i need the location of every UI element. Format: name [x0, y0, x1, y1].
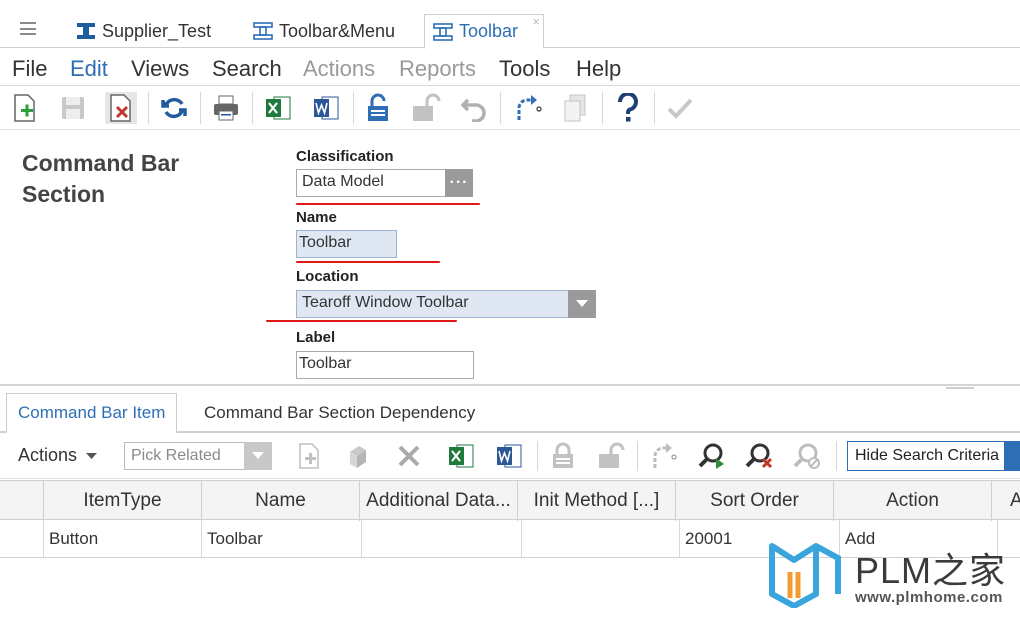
- clear-search-icon[interactable]: [744, 441, 774, 471]
- tab-toolbar-menu[interactable]: Toolbar&Menu: [245, 14, 403, 48]
- row-selector-header: [0, 481, 44, 521]
- classification-field[interactable]: Data Model: [296, 169, 446, 197]
- close-icon[interactable]: ×: [532, 14, 540, 29]
- menu-views[interactable]: Views: [131, 56, 189, 82]
- pane-splitter[interactable]: [0, 384, 1020, 386]
- chevron-down-icon: [576, 300, 588, 307]
- row-selector[interactable]: [0, 520, 44, 558]
- main-toolbar: [0, 86, 1020, 130]
- column-header[interactable]: Action: [834, 481, 992, 521]
- watermark-title: PLM之家: [855, 550, 1007, 591]
- tab-command-bar-section-dependency[interactable]: Command Bar Section Dependency: [193, 393, 486, 433]
- actions-label: Actions: [18, 445, 78, 465]
- help-icon[interactable]: [612, 92, 644, 124]
- column-header[interactable]: Name: [202, 481, 360, 521]
- new-relationship-icon[interactable]: [295, 441, 325, 471]
- search-icon[interactable]: [696, 441, 726, 471]
- actions-dropdown[interactable]: Actions: [18, 445, 98, 466]
- chevron-down-icon: [86, 452, 98, 459]
- menu-help[interactable]: Help: [576, 56, 621, 82]
- plmhome-logo-icon: [769, 543, 841, 609]
- red-annotation-line: [266, 320, 457, 322]
- excel-icon[interactable]: [262, 92, 294, 124]
- splitter-grip[interactable]: [946, 387, 974, 389]
- menu-tools[interactable]: Tools: [499, 56, 550, 82]
- tab-supplier-test[interactable]: Supplier_Test: [68, 14, 219, 48]
- menu-edit[interactable]: Edit: [70, 56, 108, 82]
- classification-label: Classification: [296, 148, 394, 165]
- lock-icon[interactable]: [362, 92, 394, 124]
- lock-icon[interactable]: [548, 441, 578, 471]
- unlock-icon[interactable]: [596, 441, 626, 471]
- cell-init-method[interactable]: [522, 520, 680, 558]
- pick-item-icon[interactable]: [346, 441, 376, 471]
- cell-itemtype[interactable]: Button: [44, 520, 202, 558]
- main-menu-icon[interactable]: [20, 22, 36, 35]
- tab-label: Supplier_Test: [102, 20, 212, 41]
- tab-label: Toolbar&Menu: [279, 20, 396, 41]
- grid-header: ItemType Name Additional Data... Init Me…: [0, 480, 1020, 521]
- grid-toolbar: Actions Pick Related Hide Search Criteri…: [0, 435, 1020, 479]
- pick-related-dropdown-button[interactable]: [244, 442, 272, 470]
- red-annotation-line: [296, 261, 440, 263]
- red-annotation-line: [296, 203, 480, 205]
- menu-file[interactable]: File: [12, 56, 47, 82]
- hide-search-dropdown-button[interactable]: [1004, 441, 1020, 471]
- column-header[interactable]: Additional Data...: [360, 481, 518, 521]
- column-header[interactable]: ItemType: [44, 481, 202, 521]
- menu-actions[interactable]: Actions: [303, 56, 375, 82]
- form-title: Command Bar Section: [22, 150, 180, 207]
- relationship-tabs: Command Bar Item Command Bar Section Dep…: [0, 393, 1020, 434]
- name-label: Name: [296, 209, 337, 226]
- version-icon[interactable]: [559, 92, 591, 124]
- watermark-logo: [768, 538, 846, 609]
- itemtype-icon: [76, 21, 96, 41]
- search-disabled-icon[interactable]: [792, 441, 822, 471]
- menu-search[interactable]: Search: [212, 56, 282, 82]
- label-field[interactable]: Toolbar: [296, 351, 474, 379]
- menu-reports[interactable]: Reports: [399, 56, 476, 82]
- promote-icon[interactable]: [648, 441, 678, 471]
- document-tab-bar: Supplier_Test Toolbar&Menu Toolbar ×: [0, 0, 1020, 49]
- classification-picker-button[interactable]: ···: [445, 169, 473, 197]
- tab-toolbar[interactable]: Toolbar ×: [424, 14, 544, 49]
- column-header[interactable]: Init Method [...]: [518, 481, 676, 521]
- unlock-icon[interactable]: [410, 92, 442, 124]
- undo-icon[interactable]: [458, 92, 490, 124]
- menu-bar: File Edit Views Search Actions Reports T…: [0, 48, 1020, 86]
- watermark-url: www.plmhome.com: [855, 589, 1003, 606]
- chevron-down-icon: [252, 452, 264, 459]
- tab-command-bar-item[interactable]: Command Bar Item: [6, 393, 178, 434]
- relationship-icon: [253, 21, 273, 41]
- location-label: Location: [296, 268, 359, 285]
- hide-search-criteria-select[interactable]: Hide Search Criteria: [847, 441, 1020, 471]
- save-icon[interactable]: [57, 92, 89, 124]
- name-field[interactable]: Toolbar: [296, 230, 397, 258]
- location-dropdown-button[interactable]: [568, 290, 596, 318]
- refresh-icon[interactable]: [158, 92, 190, 124]
- cell-name[interactable]: Toolbar: [202, 520, 362, 558]
- cell-additional-data[interactable]: [362, 520, 522, 558]
- print-icon[interactable]: [210, 92, 242, 124]
- done-icon[interactable]: [664, 92, 696, 124]
- column-header[interactable]: Sort Order: [676, 481, 834, 521]
- location-select[interactable]: Tearoff Window Toolbar: [296, 290, 569, 318]
- delete-relationship-icon[interactable]: [394, 441, 424, 471]
- label-label: Label: [296, 329, 336, 346]
- excel-icon[interactable]: [446, 441, 476, 471]
- word-icon[interactable]: [310, 92, 342, 124]
- tab-label: Toolbar: [459, 21, 519, 41]
- word-icon[interactable]: [494, 441, 524, 471]
- delete-icon[interactable]: [105, 92, 137, 124]
- relationship-icon: [433, 22, 453, 42]
- promote-icon[interactable]: [511, 92, 543, 124]
- column-header[interactable]: A: [992, 481, 1020, 521]
- new-icon[interactable]: [9, 92, 41, 124]
